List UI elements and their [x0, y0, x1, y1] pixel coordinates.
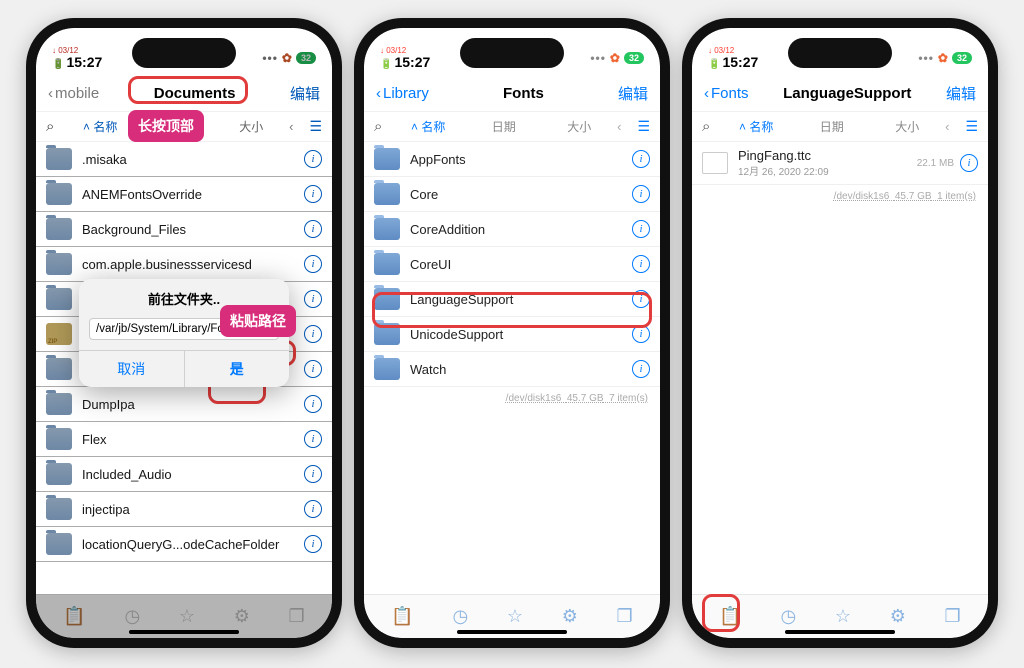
- sort-bar: ⌕ 名称 日期 大小 ‹ ☰: [692, 112, 988, 142]
- folder-icon: [374, 253, 400, 275]
- file-row[interactable]: AppFontsi: [364, 142, 660, 177]
- file-name: CoreUI: [410, 257, 632, 272]
- phone-1: 03/12 15:27 ••• ✿ 32 ‹ mobile Documents …: [26, 18, 342, 648]
- info-icon[interactable]: i: [632, 290, 650, 308]
- phone-2: 03/12 15:27 ••• ✿ 32 ‹ Library Fonts 编辑 …: [354, 18, 670, 648]
- sort-bar: ⌕ 名称 日期 大小 ‹ ☰: [364, 112, 660, 142]
- back-button[interactable]: ‹ Fonts: [704, 85, 749, 102]
- windows-icon[interactable]: ❐: [617, 606, 633, 627]
- file-name: AppFonts: [410, 152, 632, 167]
- chevron-left-icon: ‹: [704, 85, 709, 102]
- phone-3: 03/12 15:27 ••• ✿ 32 ‹ Fonts LanguageSup…: [682, 18, 998, 648]
- file-row[interactable]: PingFang.ttc12月 26, 2020 22:0922.1 MB i: [692, 142, 988, 185]
- sort-date[interactable]: 日期: [802, 118, 862, 135]
- folder-icon: [374, 183, 400, 205]
- sort-size[interactable]: 大小: [878, 118, 938, 135]
- disk-footer: /dev/disk1s6 45.7 GB 7 item(s): [364, 387, 660, 410]
- sort-size[interactable]: 大小: [550, 118, 610, 135]
- back-label: Fonts: [711, 85, 749, 102]
- info-icon[interactable]: i: [632, 360, 650, 378]
- file-row[interactable]: UnicodeSupporti: [364, 317, 660, 352]
- file-row[interactable]: LanguageSupporti: [364, 282, 660, 317]
- popup-cancel-button[interactable]: 取消: [79, 351, 185, 387]
- home-indicator[interactable]: [129, 630, 239, 634]
- folder-icon: [374, 288, 400, 310]
- recent-icon[interactable]: ◷: [780, 606, 796, 627]
- chevron-left-icon[interactable]: ‹: [617, 119, 621, 134]
- settings-icon[interactable]: ⚙: [890, 606, 906, 627]
- back-label: Library: [383, 85, 429, 102]
- folder-icon: [374, 358, 400, 380]
- edit-button[interactable]: 编辑: [946, 83, 976, 104]
- battery-pill: 32: [624, 52, 644, 64]
- file-name: LanguageSupport: [410, 292, 632, 307]
- nav-bar: ‹ Library Fonts 编辑: [364, 76, 660, 112]
- file-list[interactable]: AppFontsiCoreiCoreAdditioniCoreUIiLangua…: [364, 142, 660, 594]
- signal-icon: •••: [590, 51, 606, 65]
- signal-icon: •••: [918, 51, 934, 65]
- file-name: PingFang.ttc: [738, 148, 917, 163]
- info-icon[interactable]: i: [632, 150, 650, 168]
- file-name: Watch: [410, 362, 632, 377]
- status-extra-icon: ✿: [938, 51, 948, 65]
- folder-icon: [374, 148, 400, 170]
- folder-icon: [374, 218, 400, 240]
- file-row[interactable]: Watchi: [364, 352, 660, 387]
- file-row[interactable]: Corei: [364, 177, 660, 212]
- file-list[interactable]: PingFang.ttc12月 26, 2020 22:0922.1 MB i/d…: [692, 142, 988, 594]
- status-extra-icon: ✿: [610, 51, 620, 65]
- sort-name[interactable]: 名称: [398, 118, 458, 135]
- file-icon: [702, 152, 728, 174]
- dynamic-island: [788, 38, 892, 68]
- chevron-left-icon: ‹: [376, 85, 381, 102]
- chevron-left-icon[interactable]: ‹: [945, 119, 949, 134]
- sort-date[interactable]: 日期: [474, 118, 534, 135]
- page-title: Fonts: [503, 85, 544, 102]
- settings-icon[interactable]: ⚙: [562, 606, 578, 627]
- home-indicator[interactable]: [457, 630, 567, 634]
- info-icon[interactable]: i: [632, 185, 650, 203]
- recent-icon[interactable]: ◷: [452, 606, 468, 627]
- dynamic-island: [460, 38, 564, 68]
- edit-button[interactable]: 编辑: [618, 83, 648, 104]
- windows-icon[interactable]: ❐: [945, 606, 961, 627]
- view-mode-icon[interactable]: ☰: [637, 118, 650, 135]
- file-name: CoreAddition: [410, 222, 632, 237]
- popup-overlay: 前往文件夹.. /var/jb/System/Library/Fonts 取消 …: [36, 28, 332, 638]
- clipboard-icon[interactable]: 📋: [719, 606, 741, 627]
- view-mode-icon[interactable]: ☰: [965, 118, 978, 135]
- status-time: 15:27: [708, 55, 758, 70]
- file-size: 22.1 MB: [917, 158, 954, 169]
- search-icon[interactable]: ⌕: [374, 118, 382, 135]
- goto-folder-popup: 前往文件夹.. /var/jb/System/Library/Fonts 取消 …: [79, 279, 289, 387]
- status-time: 15:27: [380, 55, 430, 70]
- info-icon[interactable]: i: [632, 220, 650, 238]
- file-row[interactable]: CoreAdditioni: [364, 212, 660, 247]
- popup-confirm-button[interactable]: 是: [185, 351, 290, 387]
- home-indicator[interactable]: [785, 630, 895, 634]
- info-icon[interactable]: i: [632, 325, 650, 343]
- disk-footer: /dev/disk1s6 45.7 GB 1 item(s): [692, 185, 988, 208]
- file-subtext: 12月 26, 2020 22:09: [738, 163, 917, 178]
- favorite-icon[interactable]: ☆: [835, 606, 851, 627]
- popup-title: 前往文件夹..: [79, 279, 289, 312]
- file-name: UnicodeSupport: [410, 327, 632, 342]
- sort-name[interactable]: 名称: [726, 118, 786, 135]
- file-row[interactable]: CoreUIi: [364, 247, 660, 282]
- favorite-icon[interactable]: ☆: [507, 606, 523, 627]
- back-button[interactable]: ‹ Library: [376, 85, 429, 102]
- info-icon[interactable]: i: [632, 255, 650, 273]
- popup-path-input[interactable]: /var/jb/System/Library/Fonts: [89, 318, 279, 340]
- clipboard-icon[interactable]: 📋: [391, 606, 413, 627]
- file-name: Core: [410, 187, 632, 202]
- folder-icon: [374, 323, 400, 345]
- nav-bar: ‹ Fonts LanguageSupport 编辑: [692, 76, 988, 112]
- page-title: LanguageSupport: [783, 85, 911, 102]
- info-icon[interactable]: i: [960, 154, 978, 172]
- search-icon[interactable]: ⌕: [702, 118, 710, 135]
- battery-pill: 32: [952, 52, 972, 64]
